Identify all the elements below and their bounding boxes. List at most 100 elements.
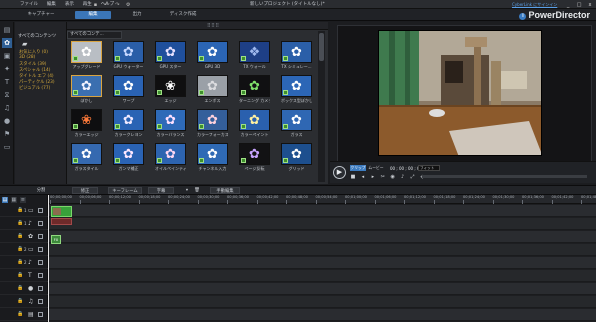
- signin-link[interactable]: CyberLink にサインイン: [512, 2, 557, 8]
- effect-tile[interactable]: ✿ ガラスタイル: [71, 143, 102, 171]
- close-button[interactable]: x: [586, 2, 594, 8]
- effect-tile[interactable]: ✿ GPU 3D: [197, 41, 228, 69]
- scrollbar-thumb[interactable]: [319, 33, 324, 61]
- timeline-video-clip[interactable]: [51, 206, 72, 217]
- timeline-track[interactable]: [48, 283, 596, 295]
- effect-tile[interactable]: ✿ ぼかし: [71, 75, 102, 103]
- playhead[interactable]: [48, 195, 49, 322]
- redo-icon[interactable]: ↷: [114, 2, 121, 8]
- effect-tile[interactable]: ✿ ガラス: [281, 109, 312, 137]
- effect-tile[interactable]: ✿ GPU ウォーター: [113, 41, 144, 69]
- transition-icon[interactable]: ⧖: [2, 90, 12, 100]
- next-frame-icon[interactable]: ▸: [370, 174, 376, 180]
- lock-icon[interactable]: 🔒: [17, 207, 23, 213]
- timeline-track[interactable]: [48, 231, 596, 243]
- subtitle-button[interactable]: 字幕: [148, 187, 174, 194]
- voiceover-icon[interactable]: ●: [2, 116, 12, 126]
- timeline-audio-clip[interactable]: [51, 218, 72, 225]
- play-icon[interactable]: ▶: [333, 166, 346, 179]
- preview-progress-bar[interactable]: [422, 175, 587, 178]
- effect-tile[interactable]: ❀ エッジ: [155, 75, 186, 103]
- storyboard-view-icon[interactable]: ▦: [10, 197, 17, 203]
- effect-tile[interactable]: ✿オイルペインティング: [155, 143, 186, 171]
- lock-icon[interactable]: 🔒: [17, 246, 23, 252]
- effect-tile[interactable]: ✿ ボックス型ぼかし: [281, 75, 312, 103]
- category-item[interactable]: ビジュアル (77): [19, 85, 50, 91]
- timeline-ruler[interactable]: 00;00;00;00 00;00;06;00 00;00;12;00 00;00;1…: [48, 195, 596, 204]
- effect-tile[interactable]: ✿ カラーペイント: [239, 109, 270, 137]
- menu-play[interactable]: 再生: [83, 0, 92, 9]
- maximize-button[interactable]: □: [575, 2, 583, 8]
- tab-movie[interactable]: ムービー: [367, 165, 385, 171]
- mode-edit[interactable]: 編集: [75, 11, 111, 19]
- track-enable-checkbox[interactable]: [38, 273, 43, 278]
- settings-icon[interactable]: ⚙: [125, 2, 132, 8]
- timeline-track[interactable]: [48, 218, 596, 230]
- timeline-effect-clip[interactable]: FX: [51, 235, 61, 244]
- chapter-icon[interactable]: ⚑: [2, 129, 12, 139]
- effect-tile[interactable]: ✿ カラーフォーカス: [197, 109, 228, 137]
- category-item[interactable]: 3D (28): [19, 55, 35, 60]
- library-grip[interactable]: ⠿⠿⠿: [207, 23, 220, 29]
- lock-icon[interactable]: 🔒: [17, 311, 23, 317]
- library-scrollbar[interactable]: [318, 31, 325, 182]
- media-icon[interactable]: ▤: [2, 25, 12, 35]
- lock-icon[interactable]: 🔒: [17, 272, 23, 278]
- trash-icon[interactable]: 🗑: [193, 187, 201, 194]
- effect-tile[interactable]: ✿ エンボス: [197, 75, 228, 103]
- manual-edit-button[interactable]: 手動編集: [210, 187, 240, 194]
- tab-clip[interactable]: クリップ: [350, 165, 366, 171]
- timeline-track[interactable]: [48, 244, 596, 256]
- split-icon[interactable]: ✂: [380, 174, 386, 180]
- undo-icon[interactable]: ↶: [103, 2, 110, 8]
- subtitle-icon[interactable]: ▭: [2, 142, 12, 152]
- title-icon[interactable]: T: [2, 77, 12, 87]
- effect-tile[interactable]: ✿ ガンマ補正: [113, 143, 144, 171]
- lock-icon[interactable]: 🔒: [17, 220, 23, 226]
- timeline-track[interactable]: [48, 270, 596, 282]
- lock-icon[interactable]: 🔒: [17, 233, 23, 239]
- snapshot-icon[interactable]: ◉: [390, 174, 396, 180]
- mode-capture[interactable]: キャプチャー: [17, 11, 65, 19]
- particle-icon[interactable]: ✦: [2, 64, 12, 74]
- split-button[interactable]: 分割: [28, 187, 54, 194]
- effect-tile[interactable]: ✿ カラークレヨン: [113, 109, 144, 137]
- effect-tile[interactable]: ❖ TX ウォール: [239, 41, 270, 69]
- timeline-track[interactable]: [48, 296, 596, 308]
- effect-tile[interactable]: ❀ カラーエッジ: [71, 109, 102, 137]
- folder-icon[interactable]: ▰: [22, 40, 27, 48]
- mode-disc[interactable]: ディスク作成: [163, 11, 203, 19]
- stop-icon[interactable]: ■: [350, 174, 356, 180]
- track-enable-checkbox[interactable]: [38, 286, 43, 291]
- track-enable-checkbox[interactable]: [38, 247, 43, 252]
- lock-icon[interactable]: 🔒: [17, 298, 23, 304]
- timeline-track[interactable]: [48, 309, 596, 321]
- effect-tile[interactable]: ✿ GPU スター: [155, 41, 186, 69]
- keyframe-button[interactable]: キーフレーム: [108, 187, 142, 194]
- effect-tile[interactable]: ✿ ワープ: [113, 75, 144, 103]
- track-enable-checkbox[interactable]: [38, 221, 43, 226]
- save-icon[interactable]: ▪: [92, 2, 99, 8]
- lock-icon[interactable]: 🔒: [17, 285, 23, 291]
- prev-frame-icon[interactable]: ◂: [360, 174, 366, 180]
- track-manager-icon[interactable]: ≡: [19, 197, 26, 203]
- track-enable-checkbox[interactable]: [38, 208, 43, 213]
- effect-tile[interactable]: ✿ グリッド: [281, 143, 312, 171]
- track-enable-checkbox[interactable]: [38, 312, 43, 317]
- effect-tile[interactable]: ✿ TX シミュレー...: [281, 41, 312, 69]
- audio-mix-icon[interactable]: ♫: [2, 103, 12, 113]
- effect-icon[interactable]: ✿: [2, 38, 12, 48]
- timeline-track[interactable]: [48, 257, 596, 269]
- mode-produce[interactable]: 出力: [125, 11, 149, 19]
- effect-tile[interactable]: ✿ チャンネル入力: [197, 143, 228, 171]
- minimize-button[interactable]: _: [564, 2, 572, 8]
- lock-icon[interactable]: 🔒: [17, 259, 23, 265]
- effect-tile[interactable]: ✿ カラーバランス: [155, 109, 186, 137]
- effect-tile[interactable]: ✿ アップグレード: [71, 41, 102, 69]
- zoom-select[interactable]: フィット: [418, 165, 440, 171]
- effect-tile[interactable]: ✿ ターニング カメラ: [239, 75, 270, 103]
- pip-icon[interactable]: ▣: [2, 51, 12, 61]
- menu-view[interactable]: 表示: [65, 0, 74, 9]
- menu-file[interactable]: ファイル: [20, 0, 38, 9]
- track-enable-checkbox[interactable]: [38, 260, 43, 265]
